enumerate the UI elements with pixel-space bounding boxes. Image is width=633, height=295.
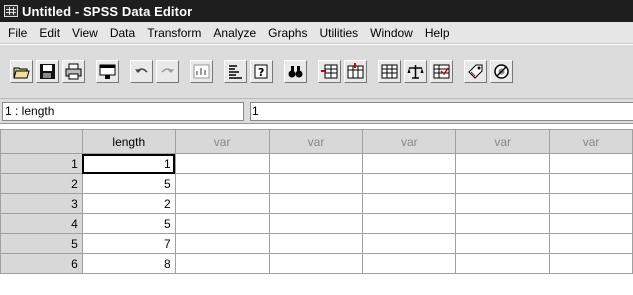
goto-case-icon[interactable] xyxy=(224,59,247,83)
use-sets-icon[interactable] xyxy=(490,59,513,83)
data-cell[interactable] xyxy=(455,153,551,174)
find-icon[interactable] xyxy=(284,59,307,83)
data-cell[interactable] xyxy=(549,233,633,254)
row-header[interactable]: 1 xyxy=(0,153,83,174)
data-cell[interactable] xyxy=(455,193,551,214)
column-header-var[interactable]: var xyxy=(268,129,364,154)
weight-cases-icon[interactable] xyxy=(404,59,427,83)
menu-file[interactable]: File xyxy=(2,26,33,40)
spss-data-editor-icon xyxy=(4,5,18,17)
cell-value-input[interactable]: 1 xyxy=(250,102,633,121)
column-header-var[interactable]: var xyxy=(362,129,457,154)
data-cell[interactable] xyxy=(455,213,551,234)
column-header-var[interactable]: var xyxy=(455,129,551,154)
menu-view[interactable]: View xyxy=(66,26,104,40)
insert-variable-icon[interactable] xyxy=(344,59,367,83)
menu-utilities[interactable]: Utilities xyxy=(313,26,364,40)
data-cell[interactable] xyxy=(362,193,457,214)
data-cell[interactable] xyxy=(268,233,364,254)
insert-case-icon[interactable] xyxy=(318,59,341,83)
data-cell[interactable] xyxy=(268,153,364,174)
table-row: 6 8 xyxy=(0,253,633,274)
data-cell[interactable]: 5 xyxy=(81,213,176,234)
goto-chart-icon[interactable] xyxy=(190,59,213,83)
value-labels-icon[interactable] xyxy=(464,59,487,83)
row-header[interactable]: 3 xyxy=(0,193,83,214)
menu-window[interactable]: Window xyxy=(364,26,419,40)
data-cell[interactable] xyxy=(362,253,457,274)
svg-text:?: ? xyxy=(258,66,264,79)
menu-transform[interactable]: Transform xyxy=(141,26,207,40)
data-cell[interactable] xyxy=(174,253,270,274)
data-cell[interactable] xyxy=(362,213,457,234)
menu-help[interactable]: Help xyxy=(419,26,456,40)
row-header[interactable]: 6 xyxy=(0,253,83,274)
data-cell[interactable] xyxy=(268,253,364,274)
column-header-var[interactable]: var xyxy=(174,129,270,154)
data-cell[interactable] xyxy=(455,173,551,194)
data-cell[interactable] xyxy=(268,193,364,214)
table-row: 3 2 xyxy=(0,193,633,214)
cell-editor-bar: 1 : length 1 xyxy=(0,99,633,124)
data-cell[interactable] xyxy=(362,153,457,174)
cell-reference-box: 1 : length xyxy=(2,102,244,121)
window-title: Untitled - SPSS Data Editor xyxy=(22,3,193,19)
column-header-var[interactable]: var xyxy=(549,129,633,154)
row-header[interactable]: 4 xyxy=(0,213,83,234)
menu-data[interactable]: Data xyxy=(104,26,141,40)
data-cell[interactable] xyxy=(174,213,270,234)
data-cell[interactable] xyxy=(174,173,270,194)
toolbar: ? xyxy=(0,45,633,99)
data-grid: length var var var var var 1 1 2 5 3 2 4… xyxy=(0,129,633,274)
dialog-recall-icon[interactable] xyxy=(96,59,119,83)
data-cell[interactable]: 7 xyxy=(81,233,176,254)
data-cell[interactable] xyxy=(549,153,633,174)
data-cell[interactable] xyxy=(268,173,364,194)
grid-corner[interactable] xyxy=(0,129,83,154)
split-file-icon[interactable] xyxy=(378,59,401,83)
row-header[interactable]: 5 xyxy=(0,233,83,254)
open-file-icon[interactable] xyxy=(10,59,33,83)
title-bar: Untitled - SPSS Data Editor xyxy=(0,0,633,22)
redo-icon[interactable] xyxy=(156,59,179,83)
menu-graphs[interactable]: Graphs xyxy=(262,26,313,40)
menu-analyze[interactable]: Analyze xyxy=(207,26,262,40)
variables-icon[interactable]: ? xyxy=(250,59,273,83)
data-cell[interactable] xyxy=(549,253,633,274)
row-header[interactable]: 2 xyxy=(0,173,83,194)
data-cell[interactable] xyxy=(174,153,270,174)
data-cell[interactable] xyxy=(362,173,457,194)
data-cell[interactable]: 1 xyxy=(81,153,176,174)
data-cell[interactable] xyxy=(362,233,457,254)
select-cases-icon[interactable] xyxy=(430,59,453,83)
undo-icon[interactable] xyxy=(130,59,153,83)
data-cell[interactable]: 2 xyxy=(81,193,176,214)
column-header-length[interactable]: length xyxy=(81,129,176,154)
data-cell[interactable] xyxy=(455,233,551,254)
menu-bar: File Edit View Data Transform Analyze Gr… xyxy=(0,22,633,44)
data-cell[interactable] xyxy=(174,193,270,214)
data-cell[interactable] xyxy=(268,213,364,234)
data-cell[interactable]: 5 xyxy=(81,173,176,194)
table-row: 5 7 xyxy=(0,233,633,254)
table-row: 2 5 xyxy=(0,173,633,194)
data-cell[interactable] xyxy=(549,173,633,194)
save-icon[interactable] xyxy=(36,59,59,83)
table-row: 4 5 xyxy=(0,213,633,234)
data-cell[interactable]: 8 xyxy=(81,253,176,274)
menu-edit[interactable]: Edit xyxy=(33,26,66,40)
data-cell[interactable] xyxy=(549,193,633,214)
print-icon[interactable] xyxy=(62,59,85,83)
data-cell[interactable] xyxy=(549,213,633,234)
table-row: 1 1 xyxy=(0,153,633,174)
data-cell[interactable] xyxy=(174,233,270,254)
data-cell[interactable] xyxy=(455,253,551,274)
